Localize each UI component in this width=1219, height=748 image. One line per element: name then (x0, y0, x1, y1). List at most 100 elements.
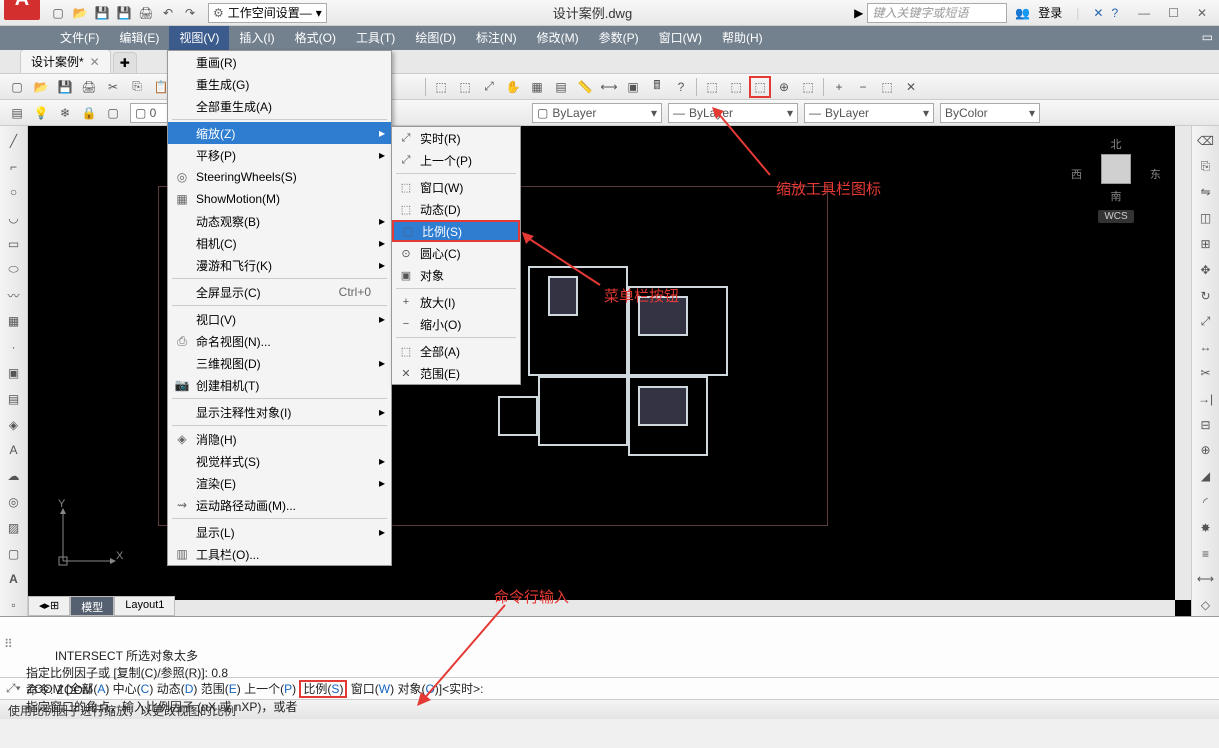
table-icon[interactable]: ▤ (3, 388, 25, 410)
color-selector[interactable]: ByColor▾ (940, 103, 1040, 123)
rotate-icon[interactable]: ↻ (1195, 285, 1217, 307)
menubar-minimize-icon[interactable]: ▭ (1202, 30, 1213, 44)
cmd-option[interactable]: 中心(C) (113, 682, 154, 696)
save-icon[interactable]: 💾 (92, 3, 112, 23)
cmd-option[interactable]: 范围(E) (201, 682, 241, 696)
stretch-icon[interactable]: ↔ (1195, 336, 1217, 358)
dd-item[interactable]: 📷创建相机(T) (168, 374, 391, 396)
mtext-icon[interactable]: A (3, 440, 25, 462)
tb-zoom4-icon[interactable]: ⬚ (797, 76, 819, 98)
login-link[interactable]: 登录 (1038, 4, 1062, 21)
point-icon[interactable]: · (3, 336, 25, 358)
dd-item[interactable]: 视口(V)▸ (168, 308, 391, 330)
new-icon[interactable]: ▢ (48, 3, 68, 23)
tb-area-icon[interactable]: ▣ (622, 76, 644, 98)
help-icon[interactable]: ? (1111, 6, 1118, 20)
break-icon[interactable]: ⊟ (1195, 414, 1217, 436)
dd-item[interactable]: 全部重生成(A) (168, 95, 391, 117)
menu-modify[interactable]: 修改(M) (527, 26, 589, 50)
arc-icon[interactable]: ◡ (3, 207, 25, 229)
gradient-icon[interactable]: ▨ (3, 517, 25, 539)
region-icon[interactable]: ◈ (3, 414, 25, 436)
block-icon[interactable]: ▣ (3, 362, 25, 384)
sm-item[interactable]: ⬚动态(D) (392, 198, 520, 220)
dd-item[interactable]: ◎SteeringWheels(S) (168, 166, 391, 188)
tb-copy-icon[interactable]: ⎘ (126, 76, 148, 98)
linetype-selector[interactable]: ▢ByLayer▾ (532, 103, 662, 123)
tb-zoom1-icon[interactable]: ⬚ (701, 76, 723, 98)
tb-zoom-all-icon[interactable]: ⬚ (876, 76, 898, 98)
horizontal-scrollbar[interactable]: ◂ ▸ (28, 600, 1175, 616)
tb-dim-icon[interactable]: ⟷ (598, 76, 620, 98)
tb-zoom-prev-icon[interactable]: ⬚ (454, 76, 476, 98)
tb-save-icon[interactable]: 💾 (54, 76, 76, 98)
cmd-option[interactable]: 上一个(P) (244, 682, 296, 696)
dd-item[interactable]: 显示(L)▸ (168, 521, 391, 543)
array-icon[interactable]: ⊞ (1195, 233, 1217, 255)
layer-on-icon[interactable]: 💡 (30, 102, 52, 124)
sm-item[interactable]: ⤢上一个(P) (392, 149, 520, 171)
chamfer-icon[interactable]: ◢ (1195, 465, 1217, 487)
menu-insert[interactable]: 插入(I) (229, 26, 284, 50)
undo-icon[interactable]: ↶ (158, 3, 178, 23)
explode-icon[interactable]: ✸ (1195, 517, 1217, 539)
cmd-handle-icon[interactable]: ⠿ (4, 637, 13, 651)
sm-item[interactable]: +放大(I) (392, 291, 520, 313)
mirror-icon[interactable]: ⇋ (1195, 182, 1217, 204)
redo-icon[interactable]: ↷ (180, 3, 200, 23)
dd-item[interactable]: 平移(P)▸ (168, 144, 391, 166)
dd-item[interactable]: 动态观察(B)▸ (168, 210, 391, 232)
menu-file[interactable]: 文件(F) (50, 26, 109, 50)
sm-item[interactable]: ⬚全部(A) (392, 340, 520, 362)
open-icon[interactable]: 📂 (70, 3, 90, 23)
donut-icon[interactable]: ◎ (3, 491, 25, 513)
tb-sheet-icon[interactable]: ▤ (550, 76, 572, 98)
sm-item[interactable]: ✕范围(E) (392, 362, 520, 384)
dd-item[interactable]: 全屏显示(C)Ctrl+0 (168, 281, 391, 303)
sm-item[interactable]: ⤢实时(R) (392, 127, 520, 149)
menu-draw[interactable]: 绘图(D) (405, 26, 466, 50)
tb-open-icon[interactable]: 📂 (30, 76, 52, 98)
doc-tab-active[interactable]: 设计案例* ✕ (20, 49, 111, 73)
tb-calc-icon[interactable]: 🖩 (646, 76, 668, 98)
tb-zoom-out-icon[interactable]: − (852, 76, 874, 98)
layer-color-icon[interactable]: ▢ (102, 102, 124, 124)
tb-zoom-realtime-icon[interactable]: ⤢ (478, 76, 500, 98)
cmd-option[interactable]: 对象(O) (397, 682, 438, 696)
tb-zoom-in-icon[interactable]: + (828, 76, 850, 98)
ellipse-icon[interactable]: ⬭ (3, 259, 25, 281)
layer-freeze-icon[interactable]: ❄ (54, 102, 76, 124)
plotstyle-selector[interactable]: —ByLayer▾ (804, 103, 934, 123)
app-logo[interactable]: A (4, 0, 40, 20)
tb-zoom2-icon[interactable]: ⬚ (725, 76, 747, 98)
dd-item[interactable]: ▥工具栏(O)... (168, 543, 391, 565)
cmd-option[interactable]: 窗口(W) (351, 682, 394, 696)
move-icon[interactable]: ✥ (1195, 259, 1217, 281)
sm-item[interactable]: −缩小(O) (392, 313, 520, 335)
sm-item[interactable]: ⬚比例(S) (392, 220, 520, 242)
spline-icon[interactable]: 〰 (3, 285, 25, 307)
workspace-selector[interactable]: ⚙ 工作空间设置— ▾ (208, 3, 327, 23)
doc-tab-close-icon[interactable]: ✕ (90, 55, 100, 69)
tb-zoom-scale-icon[interactable]: ⬚ (749, 76, 771, 98)
close-icon[interactable]: ✕ (1197, 6, 1207, 20)
dd-item[interactable]: 重画(R) (168, 51, 391, 73)
fillet-icon[interactable]: ◜ (1195, 491, 1217, 513)
lineweight-selector[interactable]: —ByLayer▾ (668, 103, 798, 123)
text-icon[interactable]: A (3, 569, 25, 591)
menu-tools[interactable]: 工具(T) (346, 26, 405, 50)
dd-item[interactable]: ◈消隐(H) (168, 428, 391, 450)
dd-item[interactable]: ⇝运动路径动画(M)... (168, 494, 391, 516)
dd-item[interactable]: 相机(C)▸ (168, 232, 391, 254)
layer-lock-icon[interactable]: 🔒 (78, 102, 100, 124)
tb-help-icon[interactable]: ? (670, 76, 692, 98)
dd-item[interactable]: 漫游和飞行(K)▸ (168, 254, 391, 276)
tb-zoom-window-icon[interactable]: ⬚ (430, 76, 452, 98)
scale-icon[interactable]: ⤢ (1195, 311, 1217, 333)
join-icon[interactable]: ⊕ (1195, 440, 1217, 462)
doc-tab-new[interactable]: ✚ (113, 52, 137, 73)
dd-item[interactable]: 显示注释性对象(I)▸ (168, 401, 391, 423)
menu-format[interactable]: 格式(O) (285, 26, 346, 50)
align-icon[interactable]: ≡ (1195, 543, 1217, 565)
cmd-option[interactable]: 比例(S) (299, 680, 347, 698)
